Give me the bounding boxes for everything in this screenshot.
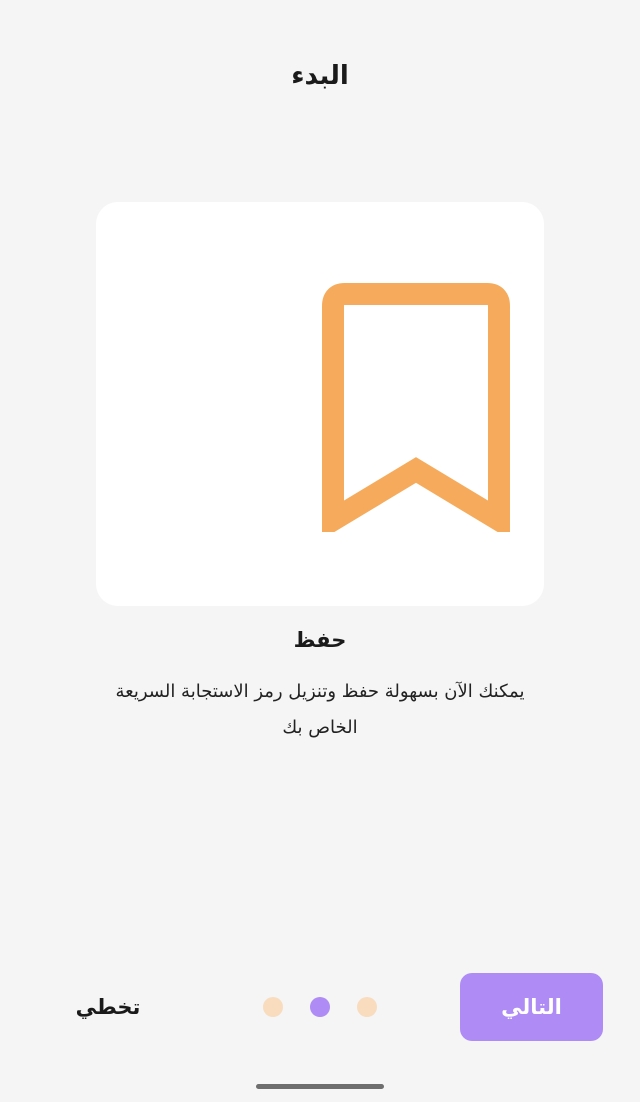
onboarding-illustration-card xyxy=(96,202,544,606)
home-indicator xyxy=(256,1084,384,1089)
feature-title: حفظ xyxy=(293,628,347,652)
feature-description-line-2: الخاص بك xyxy=(282,717,358,738)
feature-description-line-1: يمكنك الآن بسهولة حفظ وتنزيل رمز الاستجا… xyxy=(115,681,525,702)
page-dot-2 xyxy=(310,997,330,1017)
page-dot-1 xyxy=(357,997,377,1017)
page-dot-3 xyxy=(263,997,283,1017)
feature-description: يمكنك الآن بسهولة حفظ وتنزيل رمز الاستجا… xyxy=(100,674,540,746)
page-title: البدء xyxy=(291,61,349,91)
skip-button[interactable]: تخطي xyxy=(60,988,156,1026)
bookmark-icon xyxy=(322,283,510,532)
